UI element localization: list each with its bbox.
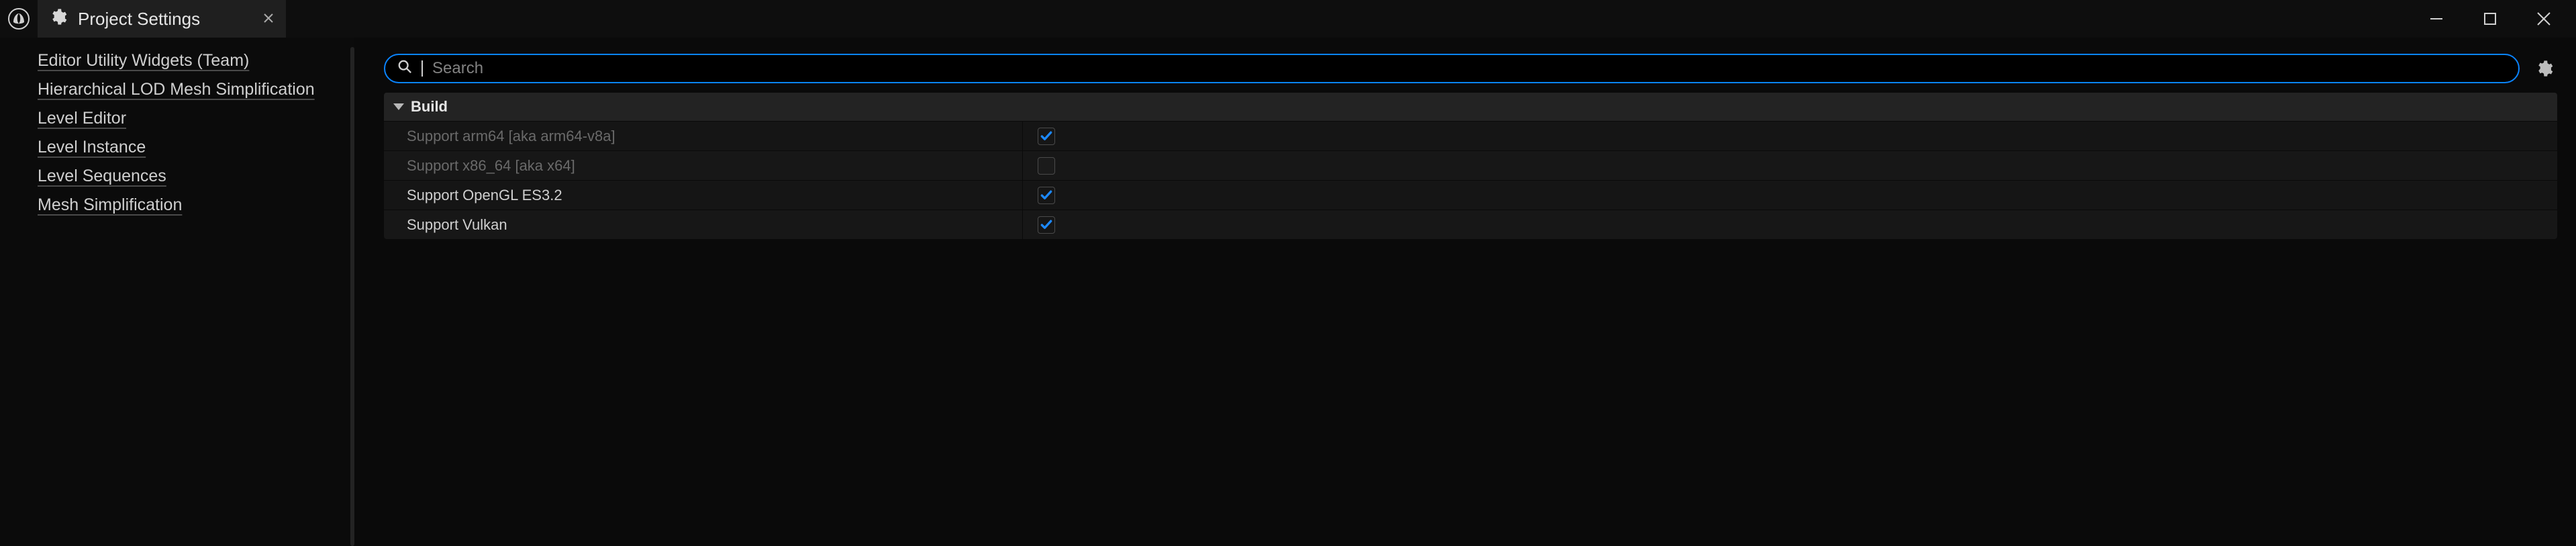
settings-gear-button[interactable] [2530,59,2557,78]
setting-label: Support x86_64 [aka x64] [384,151,1023,180]
section-header[interactable]: Build [384,93,2557,121]
checkbox-support-x86-64[interactable] [1038,157,1055,175]
unreal-logo-icon [0,0,38,38]
checkbox-support-vulkan[interactable] [1038,216,1055,234]
setting-row: Support x86_64 [aka x64] [384,150,2557,180]
sidebar-item-level-editor[interactable]: Level Editor [38,109,126,128]
maximize-button[interactable] [2477,5,2504,32]
sidebar-item-hierarchical-lod[interactable]: Hierarchical LOD Mesh Simplification [38,80,315,99]
sidebar-item-editor-utility-widgets[interactable]: Editor Utility Widgets (Team) [38,51,249,71]
gear-icon [48,7,67,31]
tab-project-settings[interactable]: Project Settings [38,0,286,38]
search-box[interactable] [384,54,2520,83]
checkbox-support-arm64[interactable] [1038,128,1055,145]
settings-panel: Build Support arm64 [aka arm64-v8a] Supp… [354,38,2576,546]
setting-row: Support arm64 [aka arm64-v8a] [384,121,2557,150]
search-input[interactable] [432,59,2506,78]
setting-value [1023,181,2557,210]
sidebar-item-level-sequences[interactable]: Level Sequences [38,167,166,186]
search-row [384,54,2557,83]
text-caret [422,60,423,77]
minimize-button[interactable] [2423,5,2450,32]
section-build: Build Support arm64 [aka arm64-v8a] Supp… [384,93,2557,239]
sidebar-item-mesh-simplification[interactable]: Mesh Simplification [38,195,182,215]
setting-value [1023,122,2557,150]
tab-close-button[interactable] [263,10,274,28]
tab-title: Project Settings [78,9,200,30]
sidebar-item-level-instance[interactable]: Level Instance [38,138,146,157]
section-title: Build [411,98,448,116]
setting-label: Support arm64 [aka arm64-v8a] [384,122,1023,150]
chevron-down-icon [393,103,404,110]
setting-label: Support OpenGL ES3.2 [384,181,1023,210]
setting-label: Support Vulkan [384,210,1023,239]
titlebar: Project Settings [0,0,2576,38]
sidebar: Editor Utility Widgets (Team) Hierarchic… [0,38,354,546]
setting-row: Support OpenGL ES3.2 [384,180,2557,210]
setting-value [1023,151,2557,180]
checkbox-support-opengl-es32[interactable] [1038,187,1055,204]
setting-value [1023,210,2557,239]
main-split: Editor Utility Widgets (Team) Hierarchic… [0,38,2576,546]
search-icon [397,59,412,79]
setting-row: Support Vulkan [384,210,2557,239]
window-controls [2423,0,2576,38]
close-window-button[interactable] [2530,5,2557,32]
